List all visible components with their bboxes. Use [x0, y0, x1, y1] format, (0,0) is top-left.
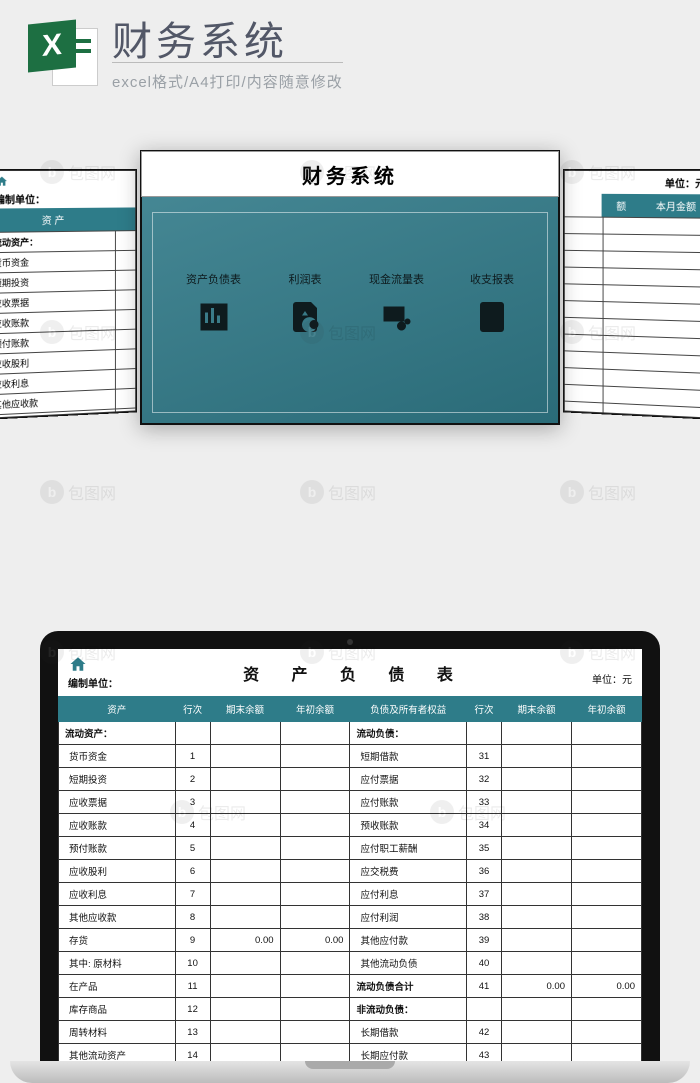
- table-row: [565, 267, 700, 287]
- right-h2: 本月金额: [641, 194, 700, 218]
- nav-label: 现金流量表: [369, 271, 424, 287]
- report-search-icon: [287, 299, 323, 335]
- table-row: 流动资产：: [0, 230, 135, 252]
- home-icon: [0, 175, 9, 187]
- left-header: 资 产: [0, 208, 116, 232]
- nav-label: 收支报表: [470, 271, 514, 287]
- table-row: 预付账款5应付职工薪酬35: [59, 837, 642, 860]
- laptop-screen: 编制单位： 资 产 负 债 表 单位：元 资产 行次 期末余额 年初余额 负债及…: [58, 649, 642, 1061]
- table-row: 短期投资2应付票据32: [59, 768, 642, 791]
- nav-cashflow[interactable]: 现金流量表: [369, 271, 424, 335]
- table-row: 货币资金1短期借款31: [59, 745, 642, 768]
- table-row: [565, 233, 700, 252]
- ledger-icon: [474, 299, 510, 335]
- preview-card-right: 单位：元 额 本月金额: [564, 170, 700, 419]
- table-row: [565, 250, 700, 270]
- table-header-row: 资产 行次 期末余额 年初余额 负债及所有者权益 行次 期末余额 年初余额: [59, 697, 642, 722]
- col-begin: 年初余额: [280, 697, 350, 722]
- right-h1: 额: [602, 194, 641, 217]
- unit-label: 单位：元: [592, 655, 632, 686]
- nav-income[interactable]: 收支报表: [470, 271, 514, 335]
- col-line2: 行次: [467, 697, 502, 722]
- excel-letter: X: [42, 28, 62, 64]
- home-icon[interactable]: [68, 655, 88, 673]
- page-subtitle: excel格式/A4打印/内容随意修改: [112, 71, 343, 92]
- dashboard-title: 财务系统: [141, 151, 559, 197]
- col-asset: 资产: [59, 697, 176, 722]
- bar-chart-icon: [196, 299, 232, 335]
- col-end2: 期末余额: [502, 697, 572, 722]
- col-begin2: 年初余额: [571, 697, 641, 722]
- laptop-mockup: 编制单位： 资 产 负 债 表 单位：元 资产 行次 期末余额 年初余额 负债及…: [40, 631, 660, 1083]
- table-row: 存货90.000.00其他应付款39: [59, 929, 642, 952]
- balance-sheet-table: 资产 行次 期末余额 年初余额 负债及所有者权益 行次 期末余额 年初余额 流动…: [58, 696, 642, 1061]
- center-dashboard: 财务系统 资产负债表 利润表 现金流量表 收支报表: [140, 150, 560, 425]
- col-liab: 负债及所有者权益: [350, 697, 467, 722]
- camera-icon: [347, 639, 353, 645]
- table-row: 周转材料13长期借款42: [59, 1021, 642, 1044]
- preview-card-left: 编制单位： 资 产 流动资产：货币资金短期投资应收票据应收账款预付账款应收股利应…: [0, 170, 136, 419]
- cash-icon: [379, 299, 415, 335]
- table-row: 短期投资: [0, 270, 135, 293]
- table-row: 应收票据3应付账款33: [59, 791, 642, 814]
- laptop-base: [10, 1061, 690, 1083]
- col-end: 期末余额: [210, 697, 280, 722]
- page-title: 财务系统: [112, 22, 343, 62]
- divider: [112, 62, 343, 63]
- table-row: 库存商品12非流动负债：: [59, 998, 642, 1021]
- org-label: 编制单位：: [0, 191, 135, 209]
- table-row: 应收利息7应付利息37: [59, 883, 642, 906]
- col-line: 行次: [175, 697, 210, 722]
- table-row: 其他流动资产14长期应付款43: [59, 1044, 642, 1062]
- table-row: [565, 216, 700, 235]
- hero-header: X 财务系统 excel格式/A4打印/内容随意修改: [0, 0, 700, 110]
- table-row: 在产品11流动负债合计410.000.00: [59, 975, 642, 998]
- table-row: 其中: 原材料10其他流动负债40: [59, 952, 642, 975]
- sheet-title: 资 产 负 债 表: [118, 655, 592, 685]
- table-row: [565, 417, 700, 418]
- excel-icon: X: [28, 22, 98, 92]
- nav-label: 资产负债表: [186, 271, 241, 287]
- table-row: 其他应收款8应付利润38: [59, 906, 642, 929]
- table-row: 应收股利6应交税费36: [59, 860, 642, 883]
- table-row: 应收账款4预收账款34: [59, 814, 642, 837]
- nav-balance-sheet[interactable]: 资产负债表: [186, 271, 241, 335]
- nav-label: 利润表: [289, 271, 322, 287]
- table-row: 流动资产：流动负债：: [59, 722, 642, 745]
- org-label: 编制单位：: [68, 675, 118, 690]
- nav-profit[interactable]: 利润表: [287, 271, 323, 335]
- unit-label: 单位：元: [665, 175, 700, 190]
- table-row: 货币资金: [0, 250, 135, 273]
- preview-stage: 编制单位： 资 产 流动资产：货币资金短期投资应收票据应收账款预付账款应收股利应…: [0, 150, 700, 450]
